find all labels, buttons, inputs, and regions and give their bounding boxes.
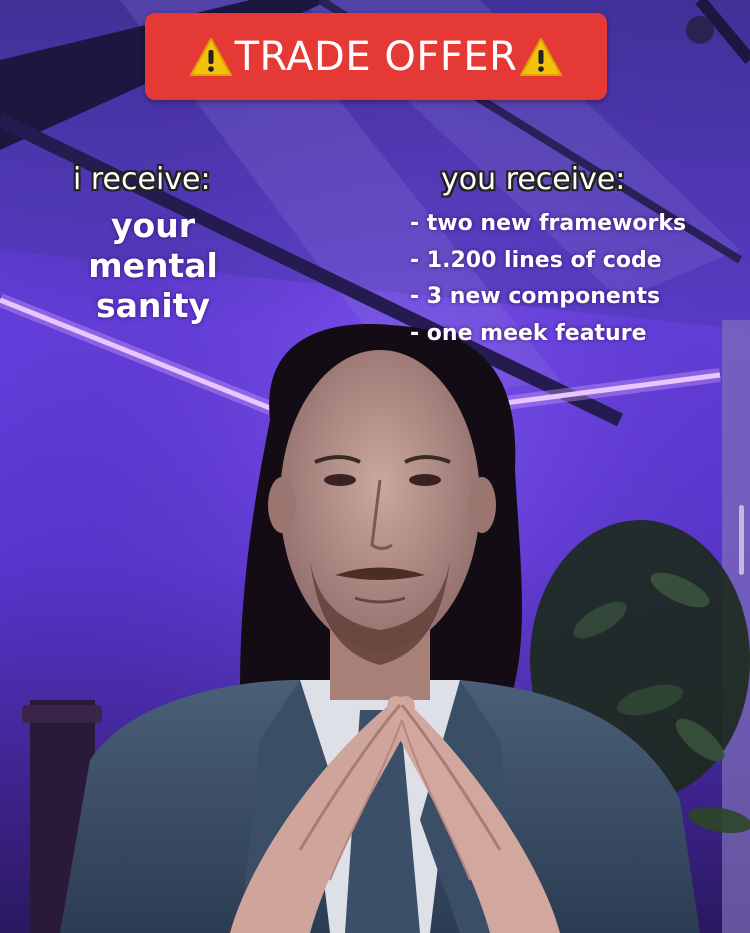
list-item: - one meek feature [410, 320, 647, 346]
list-item: - 3 new components [410, 284, 661, 309]
list-item: - two new frameworks [410, 211, 687, 236]
you-receive-label: you receive: [441, 162, 626, 197]
banner-title: TRADE OFFER [234, 33, 518, 80]
trade-offer-banner: TRADE OFFER [145, 13, 607, 100]
meme-canvas: TRADE OFFER i receive: you receive: your… [0, 0, 750, 933]
warning-icon [520, 37, 563, 76]
list-item: - 1.200 lines of code [410, 247, 662, 273]
you-receive-list: - two new frameworks - 1.200 lines of co… [410, 206, 686, 352]
scrollbar[interactable] [739, 505, 744, 575]
warning-icon [189, 37, 232, 76]
i-receive-label: i receive: [73, 162, 211, 197]
i-receive-item: your mental sanity [88, 206, 218, 325]
background-photo [0, 0, 750, 933]
